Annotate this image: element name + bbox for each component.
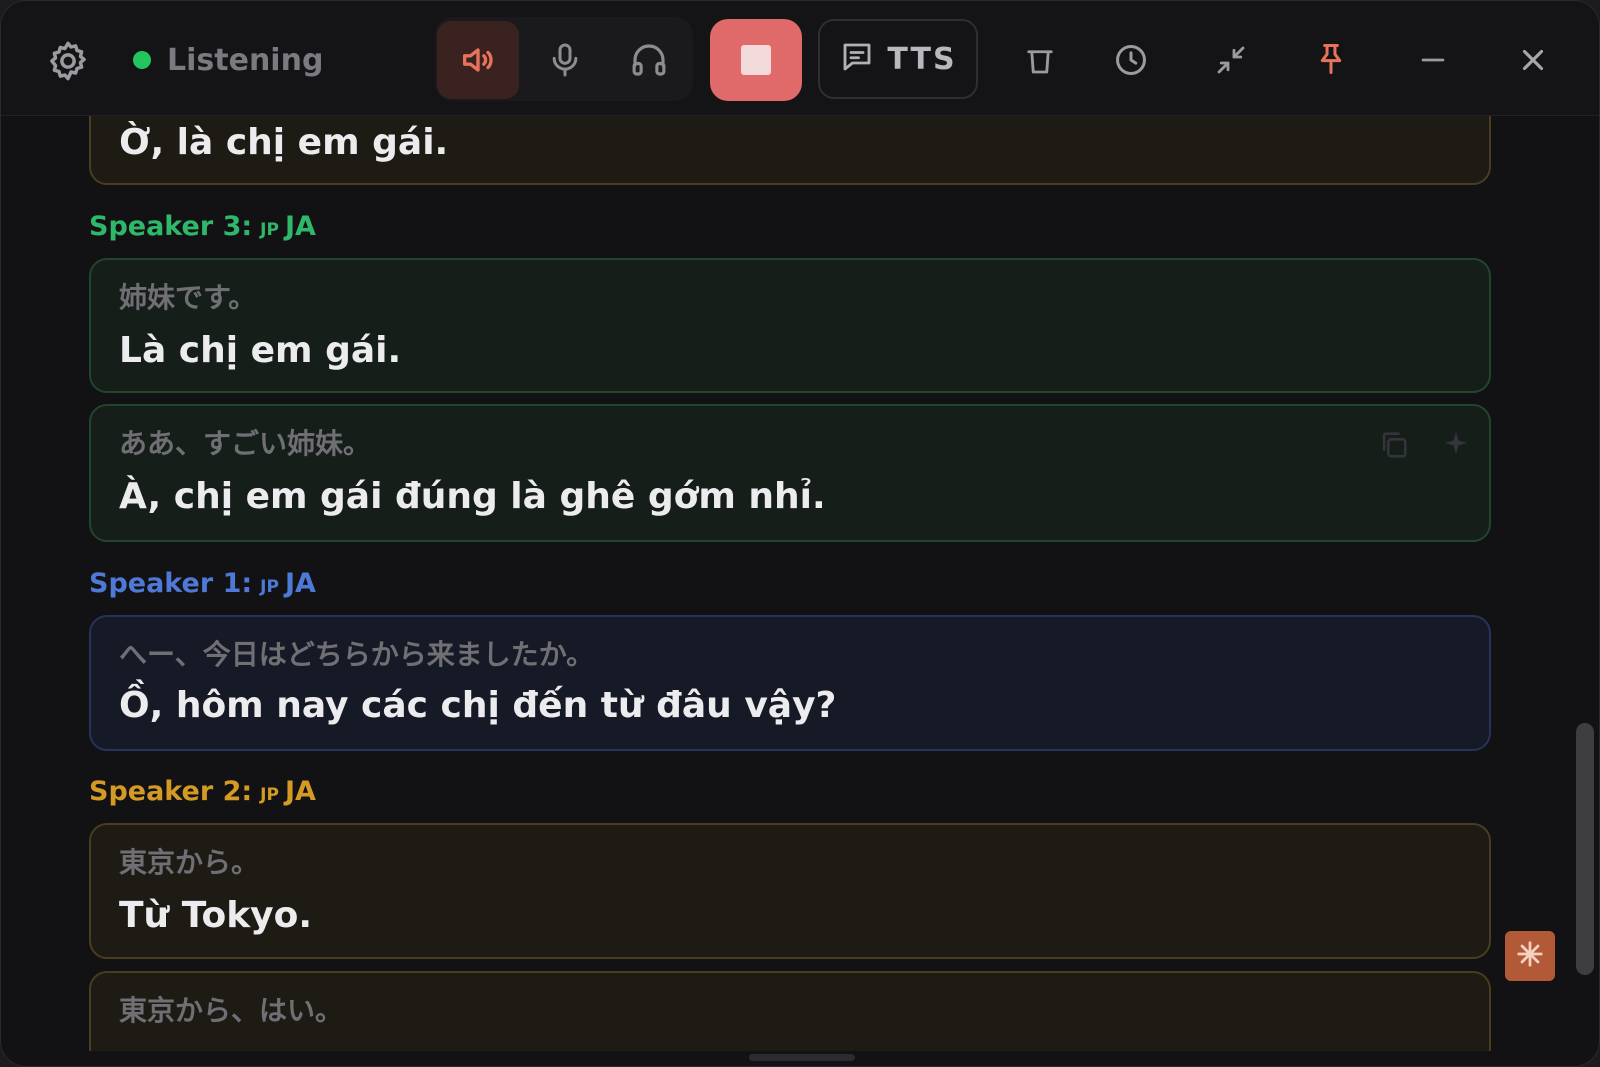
speaker-label: Speaker 3: JP JA — [89, 211, 316, 242]
trash-icon[interactable] — [1015, 37, 1065, 83]
translation-text: Từ Tokyo. — [119, 895, 313, 936]
translation-text: Là chị em gái. — [119, 330, 402, 371]
speaker-icon — [458, 40, 498, 80]
scrollbar-thumb[interactable] — [1576, 723, 1594, 975]
microphone-icon — [545, 40, 585, 80]
close-icon[interactable] — [1507, 35, 1559, 85]
resize-handle[interactable] — [749, 1054, 855, 1061]
speaker-label: Speaker 2: JP JA — [89, 776, 316, 807]
speaker-button[interactable] — [437, 21, 519, 99]
transcript-card: 東京から。 Từ Tokyo. — [89, 823, 1491, 959]
original-text: 姉妹です。 — [119, 281, 257, 314]
tts-button[interactable]: TTS — [818, 19, 978, 99]
minus-icon[interactable] — [1407, 35, 1459, 85]
sparkle-icon[interactable] — [1441, 428, 1471, 466]
transcript-list: Ờ, là chị em gái. Speaker 3: JP JA 姉妹です。 L… — [1, 116, 1561, 1051]
transcript-card: Ờ, là chị em gái. — [89, 116, 1491, 185]
translation-text: Ồ, hôm nay các chị đến từ đâu vậy? — [119, 685, 837, 726]
translation-text: À, chị em gái đúng là ghê gớm nhỉ. — [119, 476, 826, 517]
listening-status: Listening — [133, 37, 323, 83]
minimize-arrows-icon[interactable] — [1205, 35, 1257, 85]
transcript-card: ああ、すごい姉妹。 À, chị em gái đúng là ghê gớm … — [89, 404, 1491, 542]
headphones-icon — [628, 39, 670, 81]
app-window: Listening TTS Ờ, là chị em gái. Speaker … — [0, 0, 1600, 1067]
clock-icon[interactable] — [1105, 35, 1157, 85]
status-text: Listening — [167, 42, 324, 78]
translation-text: Ờ, là chị em gái. — [119, 122, 449, 163]
speaker-label: Speaker 1: JP JA — [89, 568, 316, 599]
gear-icon[interactable] — [39, 35, 97, 87]
tts-label: TTS — [887, 41, 957, 77]
chat-bubble-icon — [839, 39, 875, 79]
microphone-button[interactable] — [523, 21, 607, 99]
stop-button[interactable] — [710, 19, 802, 101]
headphones-button[interactable] — [607, 21, 691, 99]
transcript-card: 東京から、はい。 — [89, 971, 1491, 1051]
original-text: 東京から、はい。 — [119, 994, 344, 1027]
original-text: ああ、すごい姉妹。 — [119, 427, 372, 460]
original-text: 東京から。 — [119, 846, 260, 879]
sparkle-icon — [1515, 939, 1545, 973]
stop-icon — [741, 45, 771, 75]
copy-icon[interactable] — [1377, 428, 1411, 466]
card-tools — [1377, 428, 1471, 466]
toolbar: Listening TTS — [1, 1, 1599, 116]
original-text: へー、今日はどちらから来ましたか。 — [119, 638, 595, 671]
sparkle-button[interactable] — [1505, 931, 1555, 981]
transcript-card: 姉妹です。 Là chị em gái. — [89, 258, 1491, 393]
status-dot — [133, 51, 151, 69]
transcript-card: へー、今日はどちらから来ましたか。 Ồ, hôm nay các chị đến… — [89, 615, 1491, 751]
pin-icon[interactable] — [1305, 33, 1357, 85]
